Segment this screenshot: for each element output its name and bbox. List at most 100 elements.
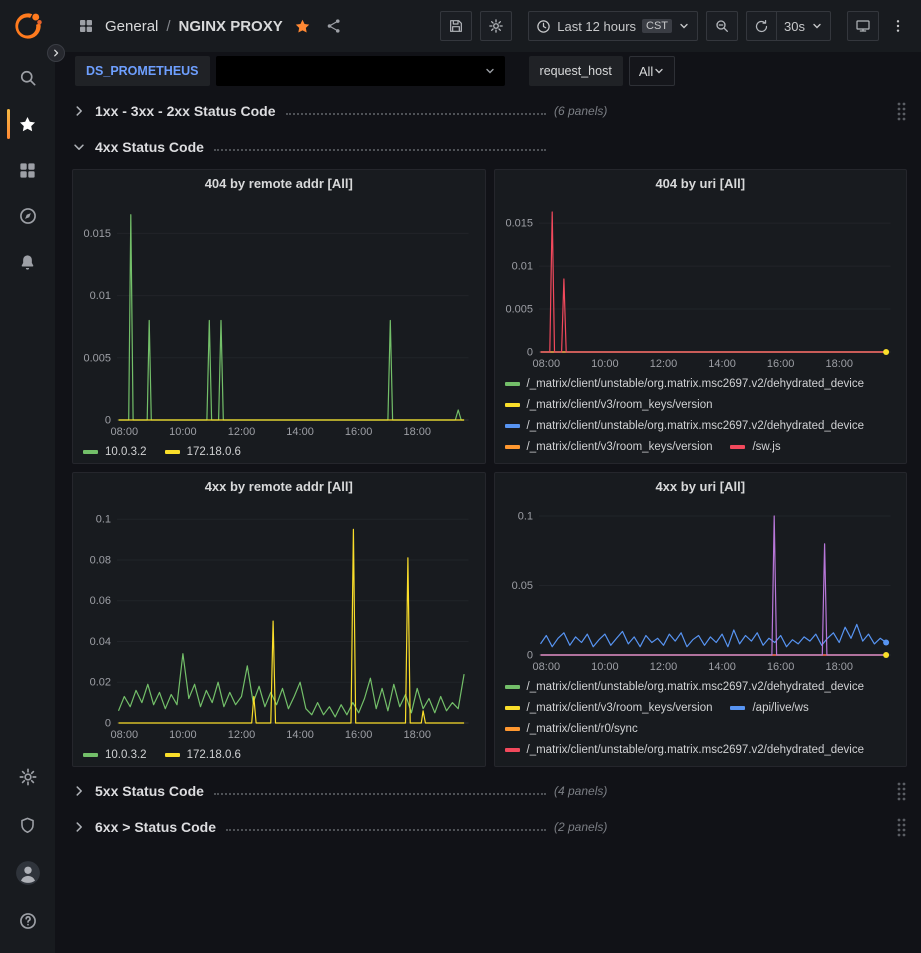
row-title: 4xx Status Code (95, 139, 204, 155)
svg-text:08:00: 08:00 (532, 661, 560, 673)
svg-text:18:00: 18:00 (825, 661, 853, 673)
legend-series-label: /sw.js (752, 441, 780, 453)
settings-gear-icon (18, 767, 38, 787)
panel-4xx-by-uri: 4xx by uri [All] 00.050.108:0010:0012:00… (494, 472, 908, 767)
gear-icon (488, 18, 504, 34)
legend-item[interactable]: /sw.js (730, 436, 780, 457)
legend-item[interactable]: /_matrix/client/v3/room_keys/version (505, 394, 713, 415)
legend-series-swatch (83, 753, 98, 757)
legend-series-label: /_matrix/client/v3/room_keys/version (527, 441, 713, 453)
sidebar-item-alerting[interactable] (4, 240, 52, 284)
drag-handle[interactable] (896, 781, 907, 801)
legend-series-swatch (505, 685, 520, 689)
legend-item[interactable]: 172.18.0.6 (165, 441, 241, 462)
variable-select-ds-prometheus[interactable] (216, 56, 505, 86)
legend-item[interactable]: /_matrix/client/v3/room_keys/version (505, 436, 713, 457)
timeseries-chart-404-by-remote-addr[interactable]: 00.0050.010.01508:0010:0012:0014:0016:00… (79, 196, 479, 438)
legend-item[interactable]: /_matrix/client/unstable/org.matrix.msc2… (505, 373, 865, 394)
refresh-interval-button[interactable]: 30s (776, 11, 831, 41)
legend-item[interactable]: /_matrix/client/unstable/org.matrix.msc2… (505, 415, 865, 436)
variable-select-request-host[interactable]: All (629, 56, 675, 86)
sidebar-item-search[interactable] (4, 56, 52, 100)
row-6xx-status-code[interactable]: 6xx > Status Code (2 panels) (72, 813, 907, 841)
legend-item[interactable]: 10.0.3.2 (83, 441, 147, 462)
sidebar-item-configuration[interactable] (4, 755, 52, 799)
svg-text:0.02: 0.02 (90, 677, 111, 689)
legend-series-label: /_matrix/client/v3/room_keys/version (527, 702, 713, 714)
save-icon (448, 18, 464, 34)
panel-legend: 10.0.3.2 172.18.0.6 (73, 438, 485, 463)
row-4xx-status-code[interactable]: 4xx Status Code (72, 133, 907, 161)
timezone-badge: CST (642, 19, 672, 33)
legend-item[interactable]: /api/live/ws (730, 697, 808, 718)
svg-text:08:00: 08:00 (532, 358, 560, 370)
chevron-down-icon (653, 65, 665, 77)
more-options-button[interactable] (887, 15, 909, 37)
sidebar-item-dashboards[interactable] (4, 148, 52, 192)
svg-text:14:00: 14:00 (286, 426, 314, 438)
svg-text:0: 0 (526, 650, 532, 662)
legend-series-swatch (505, 382, 520, 386)
time-range-picker[interactable]: Last 12 hours CST (528, 11, 698, 41)
timeseries-chart-4xx-by-uri[interactable]: 00.050.108:0010:0012:0014:0016:0018:00 (501, 499, 901, 673)
panel-title[interactable]: 404 by uri [All] (495, 170, 907, 196)
sidebar-item-server-admin[interactable] (4, 803, 52, 847)
variable-group-ds: DS_PROMETHEUS (75, 56, 505, 86)
row-dotted-leader (214, 149, 546, 151)
legend-series-label: 172.18.0.6 (187, 446, 241, 458)
legend-series-label: /_matrix/client/unstable/org.matrix.msc2… (527, 744, 865, 756)
legend-series-label: /_matrix/client/unstable/org.matrix.msc2… (527, 681, 865, 693)
chart-area: 00.020.040.060.080.108:0010:0012:0014:00… (73, 499, 485, 741)
breadcrumb-title[interactable]: NGINX PROXY (179, 18, 283, 35)
legend-item[interactable]: 172.18.0.6 (165, 744, 241, 765)
legend-item[interactable]: /_matrix/client/r0/sync (505, 718, 638, 739)
legend-item[interactable]: 10.0.3.2 (83, 744, 147, 765)
legend-item[interactable]: /_matrix/client/unstable/org.matrix.msc2… (505, 676, 865, 697)
share-icon (325, 17, 343, 35)
drag-handle[interactable] (896, 817, 907, 837)
svg-text:0: 0 (105, 415, 111, 427)
svg-text:0.06: 0.06 (90, 595, 111, 607)
refresh-button[interactable] (746, 11, 776, 41)
sidebar-item-profile[interactable] (4, 851, 52, 895)
variable-label-ds-prometheus[interactable]: DS_PROMETHEUS (75, 56, 210, 86)
sidebar-expand-button[interactable] (47, 44, 65, 62)
sidebar-item-starred[interactable] (4, 102, 52, 146)
svg-text:08:00: 08:00 (111, 729, 139, 741)
tv-mode-button[interactable] (847, 11, 879, 41)
drag-handle-icon (896, 781, 907, 801)
legend-series-label: /api/live/ws (752, 702, 808, 714)
save-dashboard-button[interactable] (440, 11, 472, 41)
explore-compass-icon (18, 206, 38, 226)
breadcrumb-separator: / (166, 18, 170, 35)
share-button[interactable] (322, 14, 346, 38)
panel-title[interactable]: 4xx by remote addr [All] (73, 473, 485, 499)
timeseries-chart-404-by-uri[interactable]: 00.0050.010.01508:0010:0012:0014:0016:00… (501, 196, 901, 370)
row-5xx-status-code[interactable]: 5xx Status Code (4 panels) (72, 777, 907, 805)
favorite-star-button[interactable] (291, 15, 314, 38)
dashboard-settings-button[interactable] (480, 11, 512, 41)
chevron-down-icon (678, 20, 690, 32)
dashboard-canvas: 1xx - 3xx - 2xx Status Code (6 panels) 4… (55, 90, 921, 953)
svg-text:0: 0 (526, 347, 532, 359)
sidebar-item-explore[interactable] (4, 194, 52, 238)
zoom-out-button[interactable] (706, 11, 738, 41)
refresh-group: 30s (746, 11, 831, 41)
timeseries-chart-4xx-by-remote-addr[interactable]: 00.020.040.060.080.108:0010:0012:0014:00… (79, 499, 479, 741)
legend-item[interactable]: /_matrix/client/unstable/org.matrix.msc2… (505, 739, 865, 760)
panel-404-by-uri: 404 by uri [All] 00.0050.010.01508:0010:… (494, 169, 908, 464)
favorite-star-icon (294, 18, 311, 35)
breadcrumb-section[interactable]: General (105, 18, 158, 35)
legend-item[interactable]: /_matrix/client/v3/room_keys/version (505, 697, 713, 718)
grafana-logo[interactable] (10, 8, 46, 44)
row-1xx-3xx-2xx-status-code[interactable]: 1xx - 3xx - 2xx Status Code (6 panels) (72, 97, 907, 125)
sidebar-item-help[interactable] (4, 899, 52, 943)
svg-text:0.015: 0.015 (505, 218, 533, 230)
panel-title[interactable]: 4xx by uri [All] (495, 473, 907, 499)
chart-area: 00.0050.010.01508:0010:0012:0014:0016:00… (495, 196, 907, 370)
panel-title[interactable]: 404 by remote addr [All] (73, 170, 485, 196)
svg-text:16:00: 16:00 (345, 426, 373, 438)
drag-handle[interactable] (896, 101, 907, 121)
variable-label-request-host[interactable]: request_host (529, 56, 623, 86)
svg-text:08:00: 08:00 (111, 426, 139, 438)
